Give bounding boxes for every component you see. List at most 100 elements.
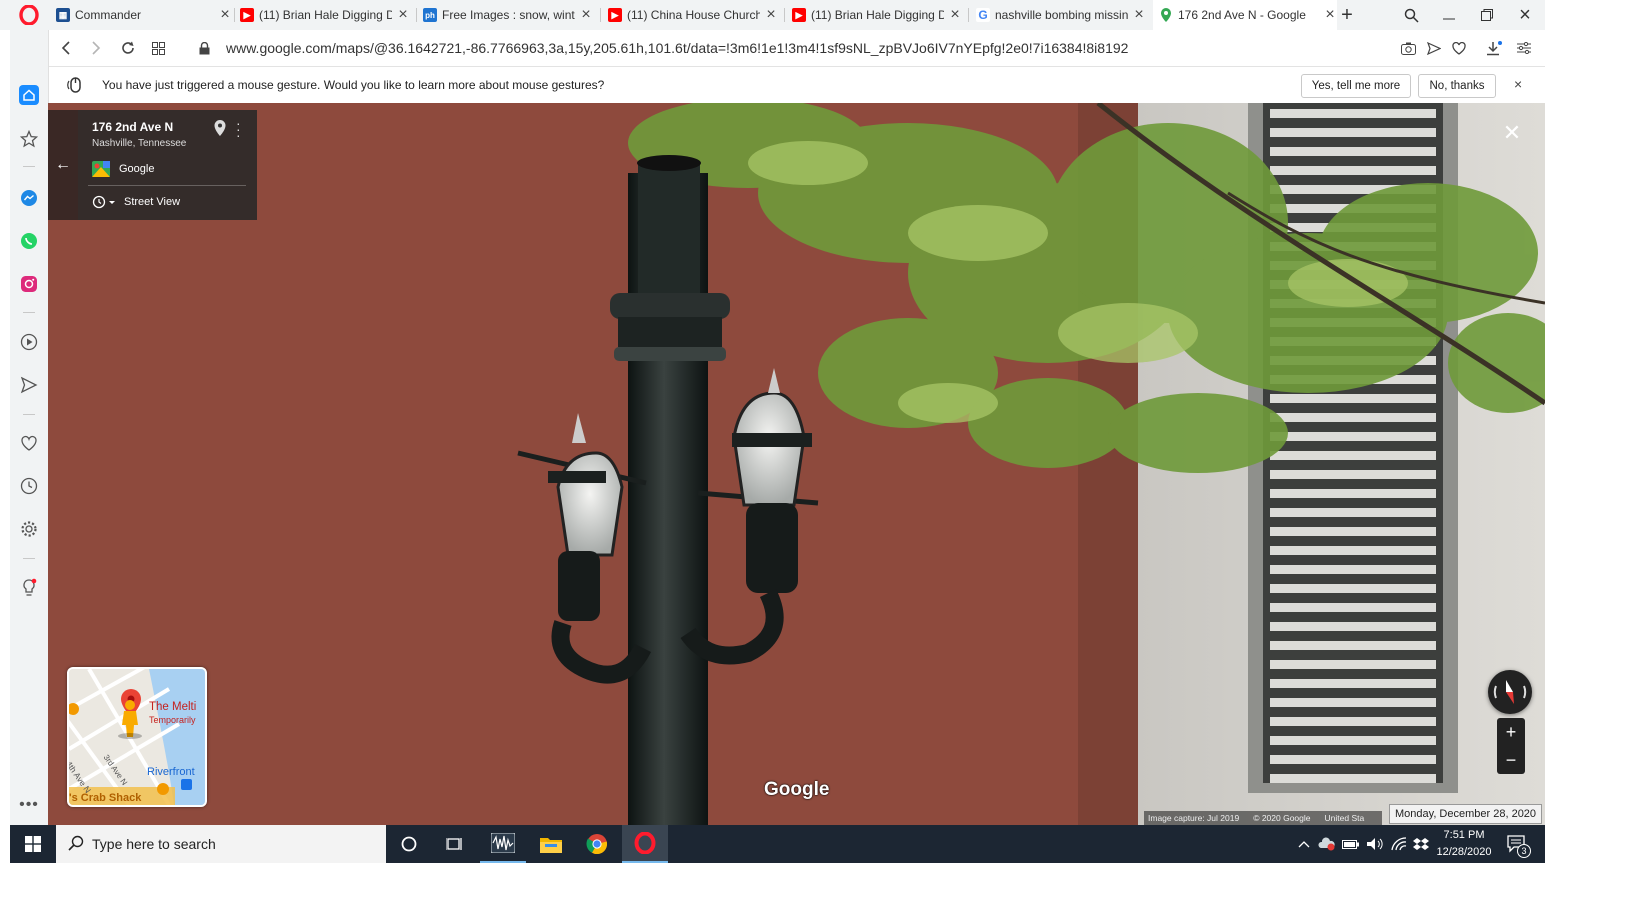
system-clock[interactable]: 7:51 PM 12/28/2020 [1432, 827, 1496, 861]
tab-close-icon[interactable]: × [396, 6, 410, 24]
region-link[interactable]: United Sta [1325, 813, 1365, 823]
pinboard-heart-icon[interactable] [16, 430, 42, 456]
tab-close-icon[interactable]: × [764, 6, 778, 24]
commander-icon: ▦ [56, 8, 70, 22]
minimap[interactable]: The Melti Temporarily Riverfront 4th Ave… [67, 667, 207, 807]
compass-needle-icon [1493, 680, 1527, 704]
clock-time: 7:51 PM [1443, 829, 1485, 841]
settings-gear-icon[interactable] [16, 516, 42, 542]
forward-icon[interactable] [82, 30, 110, 66]
back-to-map-arrow-icon[interactable]: ← [48, 110, 78, 220]
tab-youtube-brian-hale[interactable]: ▶ (11) Brian Hale Digging D × [240, 0, 410, 30]
imagery-provider: Google [119, 163, 155, 175]
street-view-info-panel: 176 2nd Ave N Nashville, Tennessee · · · G… [78, 110, 257, 220]
time-travel-clock-icon[interactable] [92, 195, 118, 212]
url-field[interactable]: www.google.com/maps/@36.1642721,-86.7766… [226, 30, 1128, 66]
reload-icon[interactable] [114, 30, 142, 66]
close-street-view-icon[interactable]: ✕ [1498, 119, 1526, 147]
youtube-icon: ▶ [240, 8, 254, 22]
tab-commander[interactable]: ▦ Commander × [54, 0, 232, 30]
minimap-area-label: Riverfront [147, 766, 195, 778]
minimize-button[interactable] [1430, 0, 1468, 30]
minimap-place-status: Temporarily [149, 715, 196, 725]
send-icon[interactable] [1420, 30, 1448, 66]
downloads-icon[interactable] [1480, 30, 1508, 66]
onedrive-error-icon[interactable] [1316, 825, 1338, 863]
tab-google-maps[interactable]: 176 2nd Ave N - Google × [1153, 0, 1337, 30]
tab-google-search[interactable]: G nashville bombing missin × [976, 0, 1146, 30]
google-maps-logo-icon [92, 161, 110, 180]
sidebar-more-icon[interactable]: ••• [16, 792, 42, 818]
task-view-icon[interactable] [432, 825, 478, 863]
speed-dial-home-icon[interactable] [16, 82, 42, 108]
cortana-icon[interactable] [386, 825, 432, 863]
taskbar-search-box[interactable]: Type here to search [56, 825, 386, 863]
player-icon[interactable] [16, 329, 42, 355]
search-tabs-icon[interactable] [1392, 0, 1430, 30]
tab-free-images[interactable]: ph Free Images : snow, winte × [423, 0, 593, 30]
tray-overflow-chevron-icon[interactable] [1294, 825, 1314, 863]
new-tab-button[interactable]: + [1330, 0, 1364, 30]
tab-youtube-brian-hale-2[interactable]: ▶ (11) Brian Hale Digging D × [792, 0, 962, 30]
tab-bar: ▦ Commander × ▶ (11) Brian Hale Digging … [0, 0, 1545, 30]
windows-taskbar: Type here to search 7:51 PM 12/28/2020 3 [10, 825, 1545, 863]
action-center-icon[interactable]: 3 [1502, 825, 1532, 863]
address-city: Nashville, Tennessee [92, 138, 187, 149]
bookmark-heart-icon[interactable] [1445, 30, 1473, 66]
location-pin-icon[interactable] [214, 120, 226, 139]
chrome-icon[interactable] [574, 825, 620, 863]
tips-lightbulb-icon[interactable] [16, 575, 42, 601]
back-icon[interactable] [52, 30, 80, 66]
notification-close-icon[interactable]: × [1514, 76, 1522, 92]
compass-control[interactable] [1488, 670, 1532, 714]
street-view-scene [517, 103, 1545, 825]
notification-text: You have just triggered a mouse gesture.… [102, 78, 605, 92]
opera-logo-icon [19, 5, 39, 25]
tab-close-icon[interactable]: × [948, 6, 962, 24]
street-view-label: Street View [124, 196, 181, 208]
attribution-bar: Image capture: Jul 2019 © 2020 Google Un… [1144, 811, 1383, 825]
lock-icon[interactable] [190, 30, 218, 66]
more-options-icon[interactable]: · · · [236, 116, 241, 142]
search-icon [68, 835, 84, 854]
zoom-out-button[interactable]: − [1497, 746, 1525, 774]
minimap-place-name: The Melti [149, 701, 197, 713]
windows-start-icon[interactable] [10, 825, 56, 863]
street-view-panorama[interactable]: ← 176 2nd Ave N Nashville, Tennessee · · ·… [48, 103, 1545, 825]
bookmarks-star-icon[interactable] [16, 126, 42, 152]
google-icon: G [976, 8, 990, 22]
clock-date: 12/28/2020 [1436, 846, 1492, 858]
opera-menu-button[interactable] [10, 0, 48, 30]
flow-send-icon[interactable] [16, 372, 42, 398]
history-clock-icon[interactable] [16, 473, 42, 499]
instagram-icon[interactable] [16, 271, 42, 297]
close-window-button[interactable]: × [1506, 0, 1544, 30]
notification-count-badge: 3 [1517, 844, 1531, 858]
file-explorer-icon[interactable] [528, 825, 574, 863]
taskbar-audio-app-icon[interactable] [480, 825, 526, 863]
tab-close-icon[interactable]: × [1132, 6, 1146, 24]
snapshot-icon[interactable] [1394, 30, 1422, 66]
address-title: 176 2nd Ave N [92, 120, 174, 134]
tabs-overview-icon[interactable] [144, 30, 172, 66]
dropbox-icon[interactable] [1410, 825, 1432, 863]
zoom-in-button[interactable]: + [1497, 718, 1525, 746]
messenger-icon[interactable] [16, 185, 42, 211]
battery-icon[interactable] [1340, 825, 1362, 863]
restore-button[interactable] [1468, 0, 1506, 30]
opera-sidebar: ••• [10, 30, 49, 825]
youtube-icon: ▶ [608, 8, 622, 22]
wifi-icon[interactable] [1388, 825, 1410, 863]
mouse-gesture-notification: You have just triggered a mouse gesture.… [48, 67, 1545, 104]
yes-tell-me-more-button[interactable]: Yes, tell me more [1301, 74, 1411, 98]
no-thanks-button[interactable]: No, thanks [1418, 74, 1496, 98]
opera-taskbar-icon[interactable] [622, 825, 668, 863]
whatsapp-icon[interactable] [16, 228, 42, 254]
easy-setup-icon[interactable] [1510, 30, 1538, 66]
tab-youtube-china-house[interactable]: ▶ (11) China House Church × [608, 0, 778, 30]
tab-close-icon[interactable]: × [218, 6, 232, 24]
volume-icon[interactable] [1364, 825, 1386, 863]
date-tooltip: Monday, December 28, 2020 [1389, 804, 1543, 824]
tab-close-icon[interactable]: × [579, 6, 593, 24]
image-capture-date: Image capture: Jul 2019 [1148, 813, 1240, 823]
